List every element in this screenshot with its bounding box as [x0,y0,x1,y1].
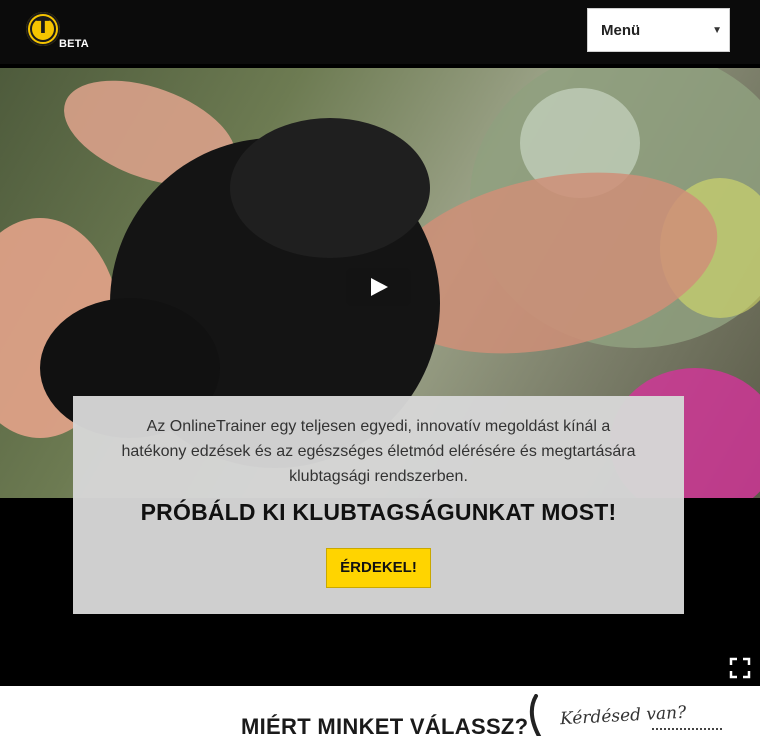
handdrawn-line-icon [529,694,542,736]
interested-button[interactable]: ÉRDEKEL! [326,548,431,588]
promo-title: PRÓBÁLD KI KLUBTAGSÁGUNKAT MOST! [140,499,617,525]
play-icon [371,278,388,296]
menu-select[interactable]: Menü ▼ [587,8,730,52]
top-bar: T BETA Menü ▼ [0,0,760,64]
fullscreen-button[interactable] [729,657,751,679]
promo-box: Az OnlineTrainer egy teljesen egyedi, in… [73,396,684,614]
question-prompt[interactable]: Kérdésed van? [560,703,687,730]
logo-letter: T [36,14,50,38]
logo[interactable]: T BETA [26,12,92,52]
fullscreen-icon [729,657,751,679]
promo-description: Az OnlineTrainer egy teljesen egyedi, in… [121,418,636,485]
question-underline [652,728,722,736]
menu-label: Menü [601,21,641,39]
beta-badge: BETA [59,38,89,50]
bottom-section: MIÉRT MINKET VÁLASSZ? Kérdésed van? [0,686,760,736]
caret-down-icon: ▼ [712,24,722,36]
play-button[interactable] [346,268,411,306]
why-us-heading: MIÉRT MINKET VÁLASSZ? [241,714,529,736]
